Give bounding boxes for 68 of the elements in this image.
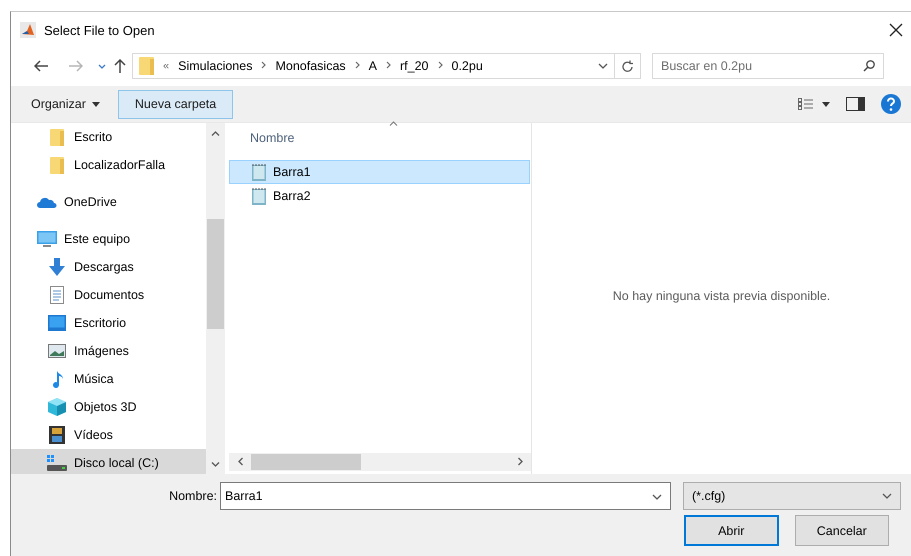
- nav-item[interactable]: LocalizadorFalla: [11, 151, 206, 179]
- nav-item[interactable]: Imágenes: [11, 337, 206, 365]
- overflow-marker[interactable]: «: [163, 60, 170, 72]
- sort-caret-icon: [389, 121, 398, 126]
- download-arrow-icon: [48, 258, 66, 276]
- scroll-down-icon[interactable]: [211, 462, 220, 466]
- nav-item[interactable]: Documentos: [11, 281, 206, 309]
- file-name-field[interactable]: Barra1: [220, 482, 671, 510]
- search-field[interactable]: Buscar en 0.2pu: [652, 53, 884, 79]
- scroll-left-icon[interactable]: [238, 457, 242, 466]
- up-arrow-icon[interactable]: [114, 59, 126, 73]
- close-icon[interactable]: [889, 23, 903, 37]
- nav-item[interactable]: Escrito: [11, 123, 206, 151]
- file-row[interactable]: Barra1: [229, 160, 530, 184]
- help-icon[interactable]: [881, 94, 901, 114]
- preview-pane-icon[interactable]: [846, 97, 865, 111]
- document-icon: [50, 286, 64, 304]
- new-folder-button[interactable]: Nueva carpeta: [118, 90, 234, 118]
- breadcrumb[interactable]: 0.2pu: [452, 59, 483, 73]
- scroll-up-icon[interactable]: [211, 130, 220, 136]
- nav-item[interactable]: Descargas: [11, 253, 206, 281]
- dropdown-chevron-icon[interactable]: [598, 63, 608, 69]
- nav-item[interactable]: Escritorio: [11, 309, 206, 337]
- file-name-label: Nombre:: [169, 489, 218, 503]
- nav-item[interactable]: Vídeos: [11, 421, 206, 449]
- notepad-file-icon: [251, 163, 267, 181]
- landscape-image-icon: [48, 344, 66, 358]
- drive-icon: [47, 455, 67, 471]
- view-options-icon[interactable]: [798, 98, 830, 110]
- folder-icon: [139, 57, 154, 75]
- breadcrumb[interactable]: rf_20: [400, 59, 428, 73]
- scroll-right-icon[interactable]: [518, 457, 522, 466]
- open-button[interactable]: Abrir: [684, 515, 779, 546]
- column-header[interactable]: Nombre: [250, 131, 294, 145]
- breadcrumb[interactable]: Simulaciones: [178, 59, 252, 73]
- app-logo-icon: [20, 22, 36, 38]
- preview-message: No hay ninguna vista previa disponible.: [612, 288, 830, 302]
- nav-item[interactable]: Este equipo: [11, 225, 206, 253]
- desktop-icon: [48, 315, 66, 331]
- music-note-icon: [51, 370, 63, 388]
- chevron-down-icon[interactable]: [882, 493, 892, 499]
- film-icon: [49, 426, 65, 444]
- monitor-icon: [37, 230, 57, 248]
- address-bar[interactable]: « Simulaciones Monofasicas A rf_20 0.2pu: [132, 53, 615, 79]
- file-row[interactable]: Barra2: [229, 184, 530, 208]
- file-type-dropdown[interactable]: (*.cfg): [683, 482, 901, 510]
- back-arrow-icon[interactable]: [34, 60, 48, 72]
- search-icon[interactable]: [863, 60, 875, 72]
- folder-icon: [50, 128, 64, 146]
- vertical-scrollbar[interactable]: [206, 123, 225, 474]
- folder-icon: [50, 156, 64, 174]
- organize-menu-button[interactable]: Organizar: [25, 93, 106, 115]
- nav-item[interactable]: Música: [11, 365, 206, 393]
- breadcrumb[interactable]: A: [368, 59, 377, 73]
- nav-item[interactable]: OneDrive: [11, 188, 206, 216]
- caret-icon: [92, 102, 100, 106]
- horizontal-scrollbar[interactable]: [229, 453, 531, 471]
- recent-chevron-icon[interactable]: [98, 64, 106, 68]
- breadcrumb[interactable]: Monofasicas: [275, 59, 346, 73]
- window-title: Select File to Open: [44, 22, 156, 38]
- chevron-down-icon[interactable]: [652, 494, 662, 500]
- nav-item[interactable]: Objetos 3D: [11, 393, 206, 421]
- notepad-file-icon: [251, 187, 267, 205]
- refresh-icon[interactable]: [622, 60, 634, 72]
- nav-item[interactable]: Disco local (C:): [11, 449, 206, 474]
- cloud-icon: [37, 196, 57, 208]
- cancel-button[interactable]: Cancelar: [794, 515, 889, 546]
- cube-icon: [48, 398, 66, 416]
